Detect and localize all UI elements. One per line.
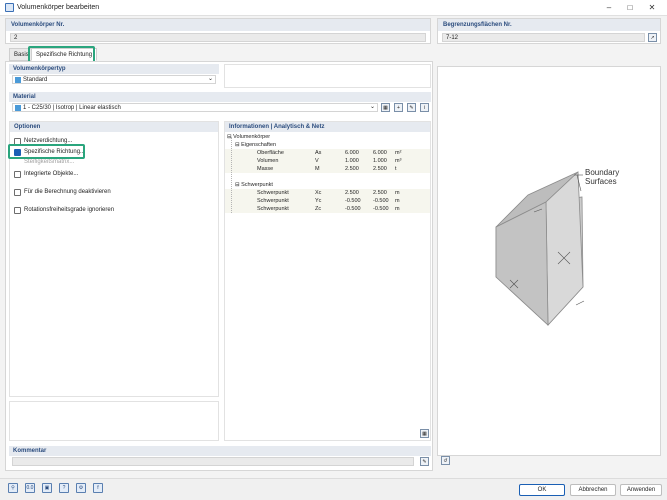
function-icon[interactable]: f	[93, 483, 103, 493]
table-row: Masse M 2.500 2.500 t	[225, 165, 430, 173]
select-icon[interactable]: ▣	[42, 483, 52, 493]
tree-group-centroid[interactable]: ⊟ Schwerpunkt	[235, 181, 273, 189]
comment-label: Kommentar	[9, 446, 431, 456]
info-group: Informationen | Analytisch & Netz ⊟ Volu…	[224, 121, 431, 441]
chevron-down-icon[interactable]: ⌄	[208, 75, 213, 82]
solid-type-color-icon	[15, 77, 21, 83]
solid-preview: Boundary Surfaces	[495, 168, 621, 327]
options-group: Optionen Netzverdichtung... Spezifische …	[9, 121, 219, 397]
info-tree: ⊟ Volumenkörper ⊟ Eigenschaften Oberfläc…	[225, 133, 430, 428]
tree-root[interactable]: ⊟ Volumenkörper	[227, 133, 270, 141]
material-label: Material	[9, 92, 431, 102]
tree-line	[231, 137, 232, 213]
options-detail-box	[9, 401, 219, 441]
window-title: Volumenkörper bearbeiten	[17, 4, 100, 11]
settings-icon[interactable]: ⚙	[76, 483, 86, 493]
help-icon[interactable]: ?	[59, 483, 69, 493]
solid-type-extra	[224, 64, 431, 88]
numbering-icon[interactable]: 0.0	[25, 483, 35, 493]
solid-type-group: Volumenkörpertyp Standard ⌄	[9, 64, 219, 88]
comment-input[interactable]	[12, 457, 414, 466]
table-row: Volumen V 1.000 1.000 m³	[225, 157, 430, 165]
app-icon	[5, 3, 14, 12]
solid-nr-label: Volumenkörper Nr.	[6, 19, 430, 31]
table-row: Schwerpunkt Yc -0.500 -0.500 m	[225, 197, 430, 205]
maximize-icon[interactable]: □	[625, 3, 635, 13]
tree-group-properties[interactable]: ⊟ Eigenschaften	[235, 141, 276, 149]
material-group: Material 1 - C25/30 | Isotrop | Linear e…	[9, 92, 431, 116]
boundary-surfaces-annotation: Boundary Surfaces	[585, 168, 621, 186]
solid-nr-panel: Volumenkörper Nr. 2	[5, 18, 431, 44]
integrated-objects-checkbox[interactable]	[14, 171, 21, 178]
table-row: Schwerpunkt Xc 2.500 2.500 m	[225, 189, 430, 197]
material-color-icon	[15, 105, 21, 111]
comment-edit-icon[interactable]: ✎	[420, 457, 429, 466]
chevron-down-icon[interactable]: ⌄	[370, 103, 375, 110]
option-highlight	[8, 144, 85, 159]
close-icon[interactable]: ✕	[647, 3, 657, 13]
deactivate-calculation-label: Für die Berechnung deaktivieren	[24, 189, 111, 195]
cancel-button[interactable]: Abbrechen	[570, 484, 616, 496]
boundary-surfaces-panel: Begrenzungsflächen Nr. 7-12 ↗	[437, 18, 661, 44]
search-icon[interactable]: ⚲	[8, 483, 18, 493]
material-library-icon[interactable]: ▦	[381, 103, 390, 112]
material-info-icon[interactable]: i	[420, 103, 429, 112]
deactivate-calculation-checkbox[interactable]	[14, 189, 21, 196]
boundary-surfaces-label: Begrenzungsflächen Nr.	[438, 19, 660, 31]
view-settings-icon[interactable]: ↺	[441, 456, 450, 465]
title-bar: Volumenkörper bearbeiten – □ ✕	[0, 0, 667, 16]
ignore-rotation-label: Rotationsfreiheitsgrade ignorieren	[24, 207, 115, 213]
solid-nr-input[interactable]: 2	[10, 33, 426, 42]
solid-type-label: Volumenkörpertyp	[9, 64, 219, 74]
info-label: Informationen | Analytisch & Netz	[225, 122, 430, 132]
ignore-rotation-checkbox[interactable]	[14, 207, 21, 214]
surface-mark	[575, 300, 585, 306]
table-row: Schwerpunkt Zc -0.500 -0.500 m	[225, 205, 430, 213]
collapse-icon[interactable]: ⊟	[235, 142, 240, 148]
table-row: Oberfläche As 6.000 6.000 m²	[225, 149, 430, 157]
ok-button[interactable]: OK	[519, 484, 565, 496]
minimize-icon[interactable]: –	[604, 3, 614, 13]
integrated-objects-label: Integrierte Objekte...	[24, 171, 79, 177]
stiffness-matrix-label: Steifigkeitsmatrix...	[24, 159, 75, 165]
boundary-surfaces-input[interactable]: 7-12	[442, 33, 645, 42]
preview-panel: Boundary Surfaces	[437, 66, 661, 456]
options-label: Optionen	[10, 122, 218, 132]
new-material-icon[interactable]: +	[394, 103, 403, 112]
apply-button[interactable]: Anwenden	[620, 484, 662, 496]
collapse-icon[interactable]: ⊟	[235, 182, 240, 188]
comment-group: Kommentar ✎	[9, 446, 431, 468]
select-surfaces-icon[interactable]: ↗	[648, 33, 657, 42]
edit-material-icon[interactable]: ✎	[407, 103, 416, 112]
solid-type-select[interactable]: Standard	[12, 75, 216, 84]
export-icon[interactable]: ▦	[420, 429, 429, 438]
material-select[interactable]: 1 - C25/30 | Isotrop | Linear elastisch	[12, 103, 378, 112]
